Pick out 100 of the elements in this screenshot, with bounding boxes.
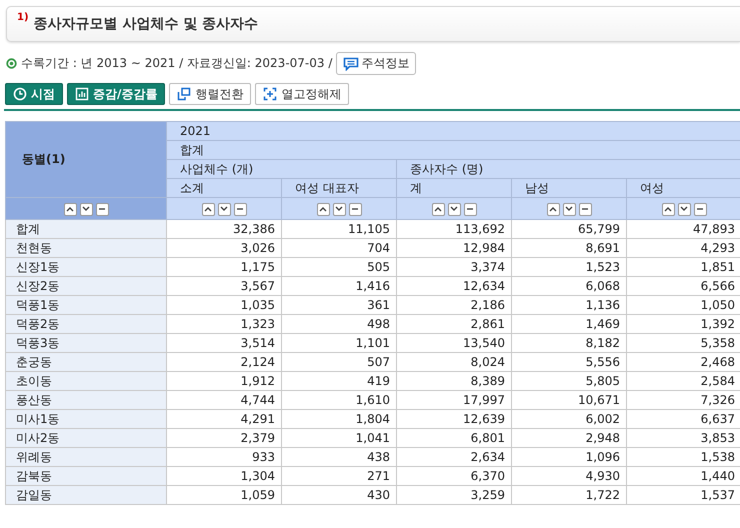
caret-down-icon (335, 206, 343, 212)
table-cell: 1,041 (282, 428, 396, 448)
table-cell: 1,392 (626, 314, 740, 334)
minus-icon (98, 206, 106, 212)
column-header: 소계 (166, 178, 282, 198)
table-cell: 3,853 (626, 428, 740, 448)
table-cell: 32,386 (166, 220, 282, 238)
sort-descending-button[interactable] (448, 202, 460, 216)
reset-sort-button[interactable] (96, 202, 108, 216)
table-cell: 11,105 (282, 220, 396, 238)
table-cell: 1,469 (512, 314, 626, 334)
table-cell: 1,537 (626, 486, 740, 504)
reset-sort-button[interactable] (694, 202, 706, 216)
toolbar-button[interactable]: 행렬전환 (169, 83, 252, 105)
sort-ascending-button[interactable] (202, 202, 214, 216)
table-cell: 3,374 (396, 258, 512, 276)
caret-down-icon (680, 206, 688, 212)
table-cell: 6,370 (396, 466, 512, 486)
table-cell: 1,059 (166, 486, 282, 504)
table-cell: 1,323 (166, 314, 282, 334)
year-header: 2021 (166, 122, 740, 140)
table-cell: 6,637 (626, 410, 740, 428)
sort-descending-button[interactable] (218, 202, 230, 216)
table-cell: 5,805 (512, 372, 626, 390)
table-cell: 3,567 (166, 276, 282, 296)
table-cell: 2,584 (626, 372, 740, 390)
table-cell: 1,096 (512, 448, 626, 466)
table-cell: 8,691 (512, 238, 626, 258)
sort-descending-button[interactable] (332, 202, 346, 216)
table-cell: 8,389 (396, 372, 512, 390)
sort-descending-button[interactable] (562, 202, 576, 216)
caret-down-icon (565, 206, 573, 212)
row-label: 위례동 (6, 448, 166, 466)
table-cell: 12,639 (396, 410, 512, 428)
table-cell: 1,523 (512, 258, 626, 276)
caret-up-icon (66, 206, 74, 212)
table-cell: 271 (282, 466, 396, 486)
toolbar-button[interactable]: 시점 (5, 83, 63, 105)
toolbar-button[interactable]: 열고정해제 (255, 83, 350, 105)
minus-icon (236, 206, 244, 212)
table-cell: 6,801 (396, 428, 512, 448)
table-cell: 113,692 (396, 220, 512, 238)
sort-ascending-button[interactable] (662, 202, 674, 216)
table-cell: 2,379 (166, 428, 282, 448)
table-cell: 47,893 (626, 220, 740, 238)
reset-sort-button[interactable] (464, 202, 476, 216)
table-cell: 8,182 (512, 334, 626, 352)
minus-icon (581, 206, 589, 212)
table-cell: 17,997 (396, 390, 512, 410)
table-cell: 498 (282, 314, 396, 334)
table-cell: 419 (282, 372, 396, 390)
bar-chart-icon (75, 87, 89, 101)
table-cell: 1,851 (626, 258, 740, 276)
row-label: 천현동 (6, 238, 166, 258)
table-cell: 7,326 (626, 390, 740, 410)
table-cell: 4,291 (166, 410, 282, 428)
row-label: 풍산동 (6, 390, 166, 410)
table-cell: 1,804 (282, 410, 396, 428)
row-label: 덕풍3동 (6, 334, 166, 352)
table-cell: 4,930 (512, 466, 626, 486)
caret-down-icon (220, 206, 228, 212)
table-cell: 13,540 (396, 334, 512, 352)
table-cell: 2,948 (512, 428, 626, 448)
column-header: 여성 대표자 (282, 178, 396, 198)
table-cell: 933 (166, 448, 282, 466)
table-cell: 430 (282, 486, 396, 504)
table-cell: 10,671 (512, 390, 626, 410)
table-cell: 1,912 (166, 372, 282, 390)
table-cell: 1,610 (282, 390, 396, 410)
reset-sort-button[interactable] (234, 202, 246, 216)
row-label: 초이동 (6, 372, 166, 390)
table-cell: 4,293 (626, 238, 740, 258)
table-cell: 5,358 (626, 334, 740, 352)
sort-ascending-button[interactable] (432, 202, 444, 216)
table-cell: 65,799 (512, 220, 626, 238)
sort-ascending-button[interactable] (546, 202, 560, 216)
sort-ascending-button[interactable] (316, 202, 330, 216)
row-label: 감북동 (6, 466, 166, 486)
table-cell: 1,050 (626, 296, 740, 314)
caret-up-icon (204, 206, 212, 212)
column-header: 계 (396, 178, 512, 198)
table-cell: 6,566 (626, 276, 740, 296)
sort-ascending-button[interactable] (64, 202, 76, 216)
bullet-icon (6, 58, 17, 69)
row-label: 덕풍2동 (6, 314, 166, 334)
notes-button[interactable]: 주석정보 (336, 52, 416, 75)
table-cell: 2,634 (396, 448, 512, 466)
table-cell: 1,136 (512, 296, 626, 314)
row-label: 감일동 (6, 486, 166, 504)
table-cell: 12,984 (396, 238, 512, 258)
row-header: 동별(1) (6, 122, 166, 198)
sort-descending-button[interactable] (678, 202, 690, 216)
reset-sort-button[interactable] (578, 202, 592, 216)
table-cell: 1,722 (512, 486, 626, 504)
toolbar-button[interactable]: 증감/증감률 (67, 83, 166, 105)
table-cell: 507 (282, 352, 396, 372)
reset-sort-button[interactable] (348, 202, 362, 216)
caret-down-icon (82, 206, 90, 212)
sort-descending-button[interactable] (80, 202, 92, 216)
table-cell: 1,101 (282, 334, 396, 352)
